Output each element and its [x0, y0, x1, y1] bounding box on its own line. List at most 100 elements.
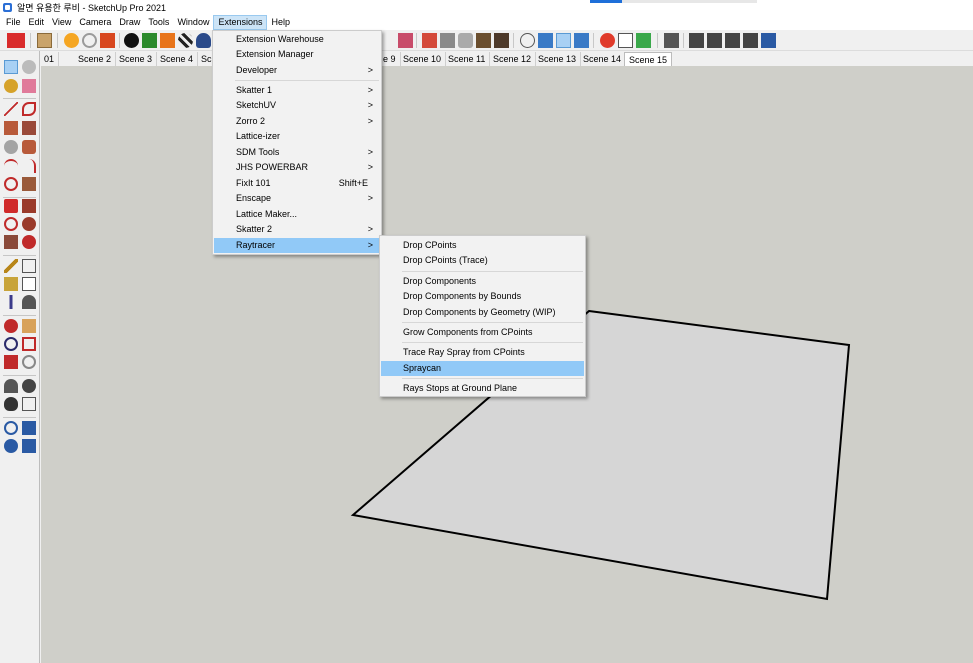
- menu-item-enscape[interactable]: Enscape >: [214, 191, 380, 206]
- menu-item-zorro-2[interactable]: Zorro 2 >: [214, 114, 380, 129]
- menu-help[interactable]: Help: [267, 15, 294, 30]
- menu-item-extension-manager[interactable]: Extension Manager: [214, 47, 380, 62]
- move-icon[interactable]: [4, 199, 18, 213]
- polygon-icon[interactable]: [22, 140, 36, 154]
- line-tool-icon[interactable]: [4, 102, 18, 116]
- 3d-text-icon[interactable]: [22, 295, 36, 309]
- paint-bucket-icon[interactable]: [4, 79, 18, 93]
- previous-view-icon[interactable]: [22, 355, 36, 369]
- submenu-item-trace-ray-spray[interactable]: Trace Ray Spray from CPoints: [381, 345, 584, 360]
- menu-item-lattice-maker[interactable]: Lattice Maker...: [214, 207, 380, 222]
- orbit-icon[interactable]: [520, 33, 535, 48]
- menu-item-skatter-1[interactable]: Skatter 1 >: [214, 83, 380, 98]
- tree-icon[interactable]: [142, 33, 157, 48]
- three-point-arc-icon[interactable]: [4, 177, 18, 191]
- scene-tab[interactable]: Scene 13: [534, 52, 582, 66]
- scene-tab[interactable]: e 9: [379, 52, 401, 66]
- sandbox-icon[interactable]: [4, 421, 18, 435]
- submenu-item-drop-components-geometry[interactable]: Drop Components by Geometry (WIP): [381, 305, 584, 320]
- menu-item-raytracer[interactable]: Raytracer >: [214, 238, 380, 253]
- scene-tab[interactable]: Scene 14: [579, 52, 627, 66]
- view-toggle-icon[interactable]: [556, 33, 571, 48]
- submenu-item-drop-cpoints-trace[interactable]: Drop CPoints (Trace): [381, 253, 584, 268]
- axes-icon[interactable]: [4, 295, 18, 309]
- table-icon[interactable]: [618, 33, 633, 48]
- menu-item-extension-warehouse[interactable]: Extension Warehouse: [214, 32, 380, 47]
- component-icon[interactable]: [664, 33, 679, 48]
- circle-icon[interactable]: [4, 140, 18, 154]
- menu-item-fixit-101[interactable]: FixIt 101 Shift+E: [214, 176, 380, 191]
- hand-icon[interactable]: [458, 33, 473, 48]
- pie-icon[interactable]: [22, 177, 36, 191]
- rectangle-icon[interactable]: [4, 121, 18, 135]
- menu-tools[interactable]: Tools: [144, 15, 173, 30]
- menu-item-jhs-powerbar[interactable]: JHS POWERBAR >: [214, 160, 380, 175]
- rotated-rectangle-icon[interactable]: [22, 121, 36, 135]
- push-pull-icon[interactable]: [22, 199, 36, 213]
- scene-tab[interactable]: Scene 12: [489, 52, 537, 66]
- position-camera-icon[interactable]: [4, 379, 18, 393]
- tape-measure-icon[interactable]: [4, 259, 18, 273]
- lasso-icon[interactable]: [22, 60, 36, 74]
- section-plane-icon[interactable]: [22, 397, 36, 411]
- eraser-icon[interactable]: [22, 79, 36, 93]
- walk-icon[interactable]: [4, 397, 18, 411]
- zoom-icon[interactable]: [4, 337, 18, 351]
- group-icon[interactable]: [761, 33, 776, 48]
- add-location-icon[interactable]: [124, 33, 139, 48]
- gear-icon[interactable]: [600, 33, 615, 48]
- scale-icon[interactable]: [4, 235, 18, 249]
- look-around-icon[interactable]: [22, 379, 36, 393]
- green-box-icon[interactable]: [636, 33, 651, 48]
- solid-icon[interactable]: [422, 33, 437, 48]
- iso-view-icon[interactable]: [538, 33, 553, 48]
- dimension-icon[interactable]: [22, 259, 36, 273]
- select-tool-icon[interactable]: [4, 60, 18, 74]
- follow-me-icon[interactable]: [22, 217, 36, 231]
- group-icon[interactable]: [725, 33, 740, 48]
- drape-icon[interactable]: [4, 439, 18, 453]
- refresh-icon[interactable]: [82, 33, 97, 48]
- scene-tab[interactable]: 01: [40, 52, 60, 66]
- submenu-item-spraycan[interactable]: Spraycan: [381, 361, 584, 376]
- zoom-extents-icon[interactable]: [4, 355, 18, 369]
- component-share-icon[interactable]: [100, 33, 115, 48]
- scene-tab[interactable]: Scene 11: [444, 52, 491, 66]
- menu-edit[interactable]: Edit: [25, 15, 49, 30]
- menu-item-skatter-2[interactable]: Skatter 2 >: [214, 222, 380, 237]
- menu-view[interactable]: View: [48, 15, 75, 30]
- pan-icon[interactable]: [22, 319, 36, 333]
- box-icon[interactable]: [440, 33, 455, 48]
- menu-item-lattice-izer[interactable]: Lattice-izer: [214, 129, 380, 144]
- menu-item-developer[interactable]: Developer >: [214, 63, 380, 78]
- submenu-item-drop-components-bounds[interactable]: Drop Components by Bounds: [381, 289, 584, 304]
- model-info-icon[interactable]: [37, 33, 52, 48]
- menu-window[interactable]: Window: [173, 15, 213, 30]
- group-icon[interactable]: [707, 33, 722, 48]
- checker-sphere-icon[interactable]: [178, 33, 193, 48]
- stamp-icon[interactable]: [22, 421, 36, 435]
- rotate-icon[interactable]: [4, 217, 18, 231]
- menu-item-sdm-tools[interactable]: SDM Tools >: [214, 145, 380, 160]
- group-icon[interactable]: [743, 33, 758, 48]
- scene-tab[interactable]: Scene 10: [399, 52, 447, 66]
- menu-file[interactable]: File: [2, 15, 25, 30]
- 3d-warehouse-icon[interactable]: [64, 33, 79, 48]
- group-icon[interactable]: [689, 33, 704, 48]
- protractor-icon[interactable]: [4, 277, 18, 291]
- shadow-icon[interactable]: [494, 33, 509, 48]
- scene-tab-active[interactable]: Scene 15: [624, 52, 673, 66]
- menu-item-sketchuv[interactable]: SketchUV >: [214, 98, 380, 113]
- large-tool-set-icon[interactable]: [7, 33, 25, 48]
- offset-icon[interactable]: [22, 235, 36, 249]
- scene-tab[interactable]: Scene 2: [74, 52, 117, 66]
- scene-tab[interactable]: Scene 4: [156, 52, 199, 66]
- scene-tab[interactable]: Scene 3: [115, 52, 158, 66]
- submenu-item-grow-components[interactable]: Grow Components from CPoints: [381, 325, 584, 340]
- camera-icon[interactable]: [574, 33, 589, 48]
- section-tool-icon[interactable]: [398, 33, 413, 48]
- submenu-item-drop-cpoints[interactable]: Drop CPoints: [381, 238, 584, 253]
- menu-extensions[interactable]: Extensions: [213, 15, 268, 30]
- terrain-icon[interactable]: [160, 33, 175, 48]
- zoom-window-icon[interactable]: [22, 337, 36, 351]
